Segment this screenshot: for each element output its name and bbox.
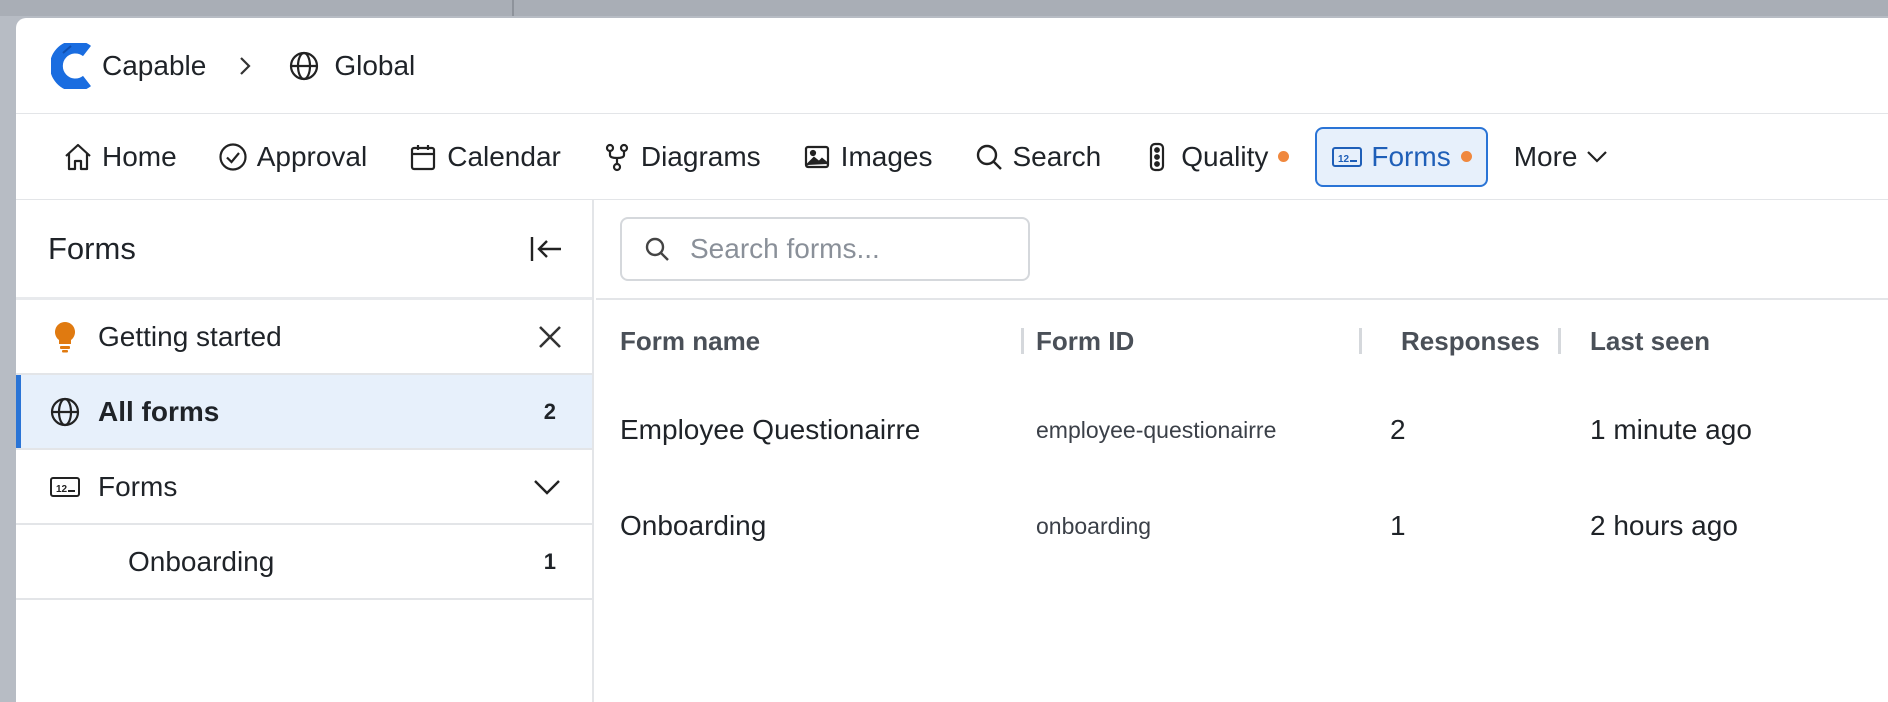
forms-table: Form name Form ID Responses Last seen Em… xyxy=(596,300,1888,574)
last-seen-cell: 2 hours ago xyxy=(1590,510,1738,541)
nav-forms-label: Forms xyxy=(1371,140,1451,172)
search-box[interactable] xyxy=(620,217,1030,281)
check-circle-icon xyxy=(217,141,249,173)
nav-quality-label: Quality xyxy=(1181,140,1269,172)
column-resize-handle[interactable] xyxy=(1359,328,1362,354)
capable-logo-icon[interactable] xyxy=(50,41,96,91)
forms-icon: 12 xyxy=(48,470,82,504)
nav-calendar[interactable]: Calendar xyxy=(393,127,575,187)
nav-images[interactable]: Images xyxy=(787,127,947,187)
table-row[interactable]: Employee Questionairre employee-question… xyxy=(596,382,1888,478)
image-icon xyxy=(801,141,833,173)
close-icon[interactable] xyxy=(536,323,564,351)
nav-calendar-label: Calendar xyxy=(447,140,561,172)
onboarding-label: Onboarding xyxy=(128,545,275,577)
form-id-cell: onboarding xyxy=(1036,512,1152,539)
forms-icon: 12 xyxy=(1331,141,1363,173)
notification-dot xyxy=(1278,151,1290,162)
background-toolbar xyxy=(0,0,1888,16)
nav-approval[interactable]: Approval xyxy=(203,127,382,187)
nav-approval-label: Approval xyxy=(256,140,368,172)
getting-started-item[interactable]: Getting started xyxy=(16,300,592,375)
traffic-light-icon xyxy=(1141,141,1173,173)
home-icon xyxy=(62,141,94,173)
nav-home[interactable]: Home xyxy=(48,127,191,187)
nav-images-label: Images xyxy=(840,140,933,172)
calendar-icon xyxy=(407,141,439,173)
column-form-name[interactable]: Form name xyxy=(620,300,760,382)
nav-home-label: Home xyxy=(102,140,177,172)
globe-icon xyxy=(48,395,82,429)
sidebar-group-forms[interactable]: 12 Forms xyxy=(16,450,592,525)
sidebar-title: Forms xyxy=(48,230,136,266)
form-name-cell[interactable]: Employee Questionairre xyxy=(620,382,920,478)
column-responses[interactable]: Responses xyxy=(1401,300,1540,382)
forms-group-label: Forms xyxy=(98,470,178,502)
forms-sidebar: Forms Getting started All forms 2 12 For… xyxy=(16,200,594,702)
org-name[interactable]: Capable xyxy=(102,50,206,82)
search-forms-input[interactable] xyxy=(690,233,1010,265)
responses-cell: 2 xyxy=(1390,414,1406,445)
svg-text:12: 12 xyxy=(56,484,68,495)
main-nav: Home Approval Calendar Diagrams Images S… xyxy=(16,114,1888,200)
nav-forms[interactable]: 12 Forms xyxy=(1315,126,1488,187)
diagram-icon xyxy=(601,141,633,173)
lightbulb-icon xyxy=(48,320,82,354)
column-resize-handle[interactable] xyxy=(1021,328,1024,354)
nav-search-label: Search xyxy=(1012,140,1102,172)
table-header: Form name Form ID Responses Last seen xyxy=(596,300,1888,382)
all-forms-count: 2 xyxy=(543,398,556,424)
nav-quality[interactable]: Quality xyxy=(1127,127,1303,187)
column-form-id[interactable]: Form ID xyxy=(1036,300,1134,382)
workspace-name[interactable]: Global xyxy=(334,50,415,82)
background-divider xyxy=(512,0,514,16)
last-seen-cell: 1 minute ago xyxy=(1590,414,1752,445)
nav-more[interactable]: More xyxy=(1500,127,1622,187)
all-forms-label: All forms xyxy=(98,395,220,427)
forms-main: Form name Form ID Responses Last seen Em… xyxy=(596,200,1888,702)
column-last-seen[interactable]: Last seen xyxy=(1590,300,1710,382)
search-icon xyxy=(644,235,672,263)
sidebar-header: Forms xyxy=(16,200,592,300)
nav-search[interactable]: Search xyxy=(959,127,1116,187)
getting-started-label: Getting started xyxy=(98,320,282,352)
nav-more-label: More xyxy=(1513,140,1578,172)
onboarding-count: 1 xyxy=(543,548,556,574)
table-row[interactable]: Onboarding onboarding 1 2 hours ago xyxy=(596,478,1888,574)
form-id-cell: employee-questionairre xyxy=(1036,416,1277,443)
chevron-down-icon[interactable] xyxy=(532,477,562,497)
forms-window: Capable Global Home Approval Calendar Di… xyxy=(16,18,1888,702)
sidebar-item-all-forms[interactable]: All forms 2 xyxy=(16,375,592,450)
chevron-right-icon xyxy=(238,56,258,76)
sidebar-item-onboarding[interactable]: Onboarding 1 xyxy=(16,525,592,600)
notification-dot xyxy=(1460,151,1472,162)
chevron-down-icon xyxy=(1586,146,1608,168)
search-bar xyxy=(596,200,1888,300)
globe-icon xyxy=(288,49,322,83)
app-header: Capable Global xyxy=(16,18,1888,114)
nav-diagrams[interactable]: Diagrams xyxy=(587,127,775,187)
column-resize-handle[interactable] xyxy=(1558,328,1561,354)
form-name-cell[interactable]: Onboarding xyxy=(620,478,766,574)
responses-cell: 1 xyxy=(1390,510,1406,541)
collapse-sidebar-icon[interactable] xyxy=(528,231,564,267)
svg-text:12: 12 xyxy=(1338,154,1350,165)
search-icon xyxy=(973,141,1005,173)
nav-diagrams-label: Diagrams xyxy=(640,140,761,172)
